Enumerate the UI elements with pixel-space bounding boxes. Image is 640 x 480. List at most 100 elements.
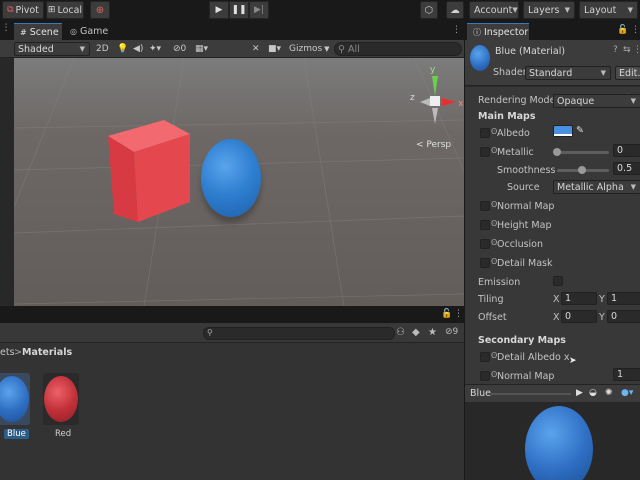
scene-search-input[interactable]: ⚲ All bbox=[334, 42, 462, 56]
tab-scene-label: Scene bbox=[29, 26, 59, 38]
tab-game[interactable]: ◎ Game bbox=[64, 23, 112, 40]
rendering-mode-label: Rendering Mode bbox=[478, 95, 556, 106]
grid-toggle[interactable]: ▦▾ bbox=[195, 42, 208, 56]
project-asset-grid: Blue Red bbox=[0, 361, 464, 480]
asset-label-blue[interactable]: Blue bbox=[4, 429, 29, 439]
hidden-objects-toggle[interactable]: ⊘ 0 bbox=[173, 42, 186, 56]
gizmos-dropdown[interactable]: Gizmos ▼ bbox=[289, 42, 330, 56]
rendering-mode-value: Opaque bbox=[557, 95, 595, 107]
source-dropdown[interactable]: Metallic Alpha ▼ bbox=[553, 180, 640, 194]
camera-dropdown[interactable]: ■▾ bbox=[268, 42, 281, 56]
more-options-icon[interactable]: ⋮ bbox=[631, 25, 640, 35]
normal-map-texture-slot[interactable] bbox=[480, 201, 490, 211]
hidden-packages-toggle[interactable]: ⊘9 bbox=[445, 327, 458, 337]
detail-mask-label: Detail Mask bbox=[497, 258, 553, 269]
edit-shader-button[interactable]: Edit... bbox=[615, 66, 640, 80]
breadcrumb-current[interactable]: Materials bbox=[22, 347, 72, 358]
metallic-slider-track[interactable] bbox=[557, 151, 609, 154]
scene-viewport[interactable]: y z x < Persp bbox=[14, 58, 464, 306]
collab-button[interactable]: ⬡ bbox=[420, 1, 438, 19]
material-preview-area[interactable] bbox=[465, 402, 640, 480]
preset-icon[interactable]: ⇆ bbox=[623, 45, 631, 55]
occlusion-texture-slot[interactable] bbox=[480, 239, 490, 249]
asset-item-blue[interactable] bbox=[0, 373, 30, 425]
cube-object[interactable] bbox=[104, 116, 204, 226]
left-panel-menu-icon[interactable]: ⋮ bbox=[0, 23, 12, 40]
tools-button[interactable]: ✕ bbox=[252, 42, 260, 56]
emission-checkbox[interactable] bbox=[553, 276, 563, 286]
breadcrumb-root[interactable]: ets bbox=[0, 347, 15, 358]
step-button[interactable]: ▶| bbox=[249, 1, 269, 19]
metallic-value-field[interactable]: 0 bbox=[613, 144, 640, 157]
perspective-label[interactable]: < Persp bbox=[416, 140, 451, 150]
chevron-down-icon: ▼ bbox=[627, 6, 633, 14]
shading-mode-dropdown[interactable]: Shaded ▼ bbox=[14, 42, 90, 56]
smoothness-slider-knob[interactable] bbox=[578, 166, 586, 174]
more-options-icon[interactable]: ⋮ bbox=[452, 25, 461, 35]
source-value: Metallic Alpha bbox=[557, 181, 624, 193]
collab-icon: ⬡ bbox=[424, 4, 434, 16]
play-preview-icon[interactable]: ▶ bbox=[576, 388, 583, 398]
metallic-slider-knob[interactable] bbox=[553, 148, 561, 156]
tab-inspector[interactable]: ⓘ Inspector bbox=[467, 23, 529, 40]
tiling-x-field[interactable]: 1 bbox=[561, 292, 597, 305]
toggle-2d-button[interactable]: 2D bbox=[96, 42, 109, 56]
label-icon[interactable]: ◆ bbox=[412, 327, 420, 338]
tab-scene[interactable]: # Scene bbox=[14, 23, 62, 40]
albedo-texture-slot[interactable] bbox=[480, 128, 490, 138]
project-hidden-count: 9 bbox=[452, 327, 459, 337]
layers-dropdown[interactable]: Layers ▼ bbox=[523, 1, 575, 19]
more-options-icon[interactable]: ⋮ bbox=[633, 45, 640, 55]
albedo-color-swatch[interactable] bbox=[553, 125, 573, 137]
lighting-toggle[interactable]: 💡 bbox=[117, 42, 128, 56]
offset-y-field[interactable]: 0 bbox=[607, 310, 640, 323]
metallic-texture-slot[interactable] bbox=[480, 147, 490, 157]
lock-icon[interactable]: 🔓 bbox=[441, 309, 452, 319]
preview-lighting-icon[interactable]: ✺ bbox=[605, 388, 613, 398]
source-label: Source bbox=[507, 182, 540, 193]
rendering-mode-dropdown[interactable]: Opaque ▼ bbox=[553, 94, 640, 108]
mouse-cursor-icon: ➤ bbox=[569, 356, 577, 366]
asset-item-red[interactable] bbox=[43, 373, 79, 425]
tiling-y-field[interactable]: 1 bbox=[607, 292, 640, 305]
favorite-star-icon[interactable]: ★ bbox=[428, 327, 437, 338]
asset-label-red[interactable]: Red bbox=[55, 429, 71, 439]
grid-icon: # bbox=[20, 27, 27, 37]
filter-type-icon[interactable]: ⚇ bbox=[396, 327, 405, 338]
detail-albedo-texture-slot[interactable] bbox=[480, 352, 490, 362]
offset-x-field[interactable]: 0 bbox=[561, 310, 597, 323]
cloud-button[interactable]: ☁ bbox=[446, 1, 464, 19]
more-options-icon[interactable]: ⋮ bbox=[454, 309, 463, 319]
sphere-object[interactable] bbox=[201, 139, 261, 217]
layout-dropdown[interactable]: Layout ▼ bbox=[579, 1, 638, 19]
project-search-input[interactable]: ⚲ bbox=[203, 327, 395, 340]
preview-sphere-icon[interactable]: ●▾ bbox=[621, 388, 633, 398]
secondary-normal-value-field[interactable]: 1 bbox=[613, 368, 640, 381]
lock-icon[interactable]: 🔓 bbox=[617, 25, 628, 35]
secondary-normal-texture-slot[interactable] bbox=[480, 371, 490, 381]
orientation-gizmo[interactable]: y z x bbox=[406, 62, 464, 142]
local-toggle[interactable]: ⊞ Local bbox=[46, 1, 84, 19]
shading-mode-label: Shaded bbox=[18, 43, 54, 55]
preview-drag-handle[interactable] bbox=[491, 393, 571, 395]
play-button[interactable]: ▶ bbox=[209, 1, 229, 19]
detail-albedo-label: Detail Albedo x bbox=[497, 352, 570, 363]
hierarchy-collapsed-strip[interactable] bbox=[0, 58, 14, 306]
help-icon[interactable]: ? bbox=[613, 45, 618, 55]
pause-button[interactable]: ❚❚ bbox=[229, 1, 249, 19]
pivot-toggle[interactable]: ⧉ Pivot bbox=[2, 1, 44, 19]
search-icon: ⚲ bbox=[207, 328, 213, 337]
grid-snap-button[interactable]: ⊕ bbox=[90, 1, 110, 19]
detail-mask-texture-slot[interactable] bbox=[480, 258, 490, 268]
smoothness-value-field[interactable]: 0.5 bbox=[613, 162, 640, 175]
shader-dropdown[interactable]: Standard ▼ bbox=[525, 66, 611, 80]
account-dropdown[interactable]: Account ▼ bbox=[469, 1, 519, 19]
main-maps-heading: Main Maps bbox=[478, 111, 536, 122]
step-icon: ▶| bbox=[254, 5, 264, 15]
height-map-texture-slot[interactable] bbox=[480, 220, 490, 230]
preview-shape-icon[interactable]: ◒ bbox=[589, 388, 597, 398]
eyedropper-icon[interactable]: ✎ bbox=[576, 125, 584, 136]
tab-game-label: Game bbox=[79, 26, 109, 37]
effects-dropdown[interactable]: ✦▾ bbox=[149, 42, 161, 56]
audio-toggle[interactable]: ◀) bbox=[133, 42, 143, 56]
